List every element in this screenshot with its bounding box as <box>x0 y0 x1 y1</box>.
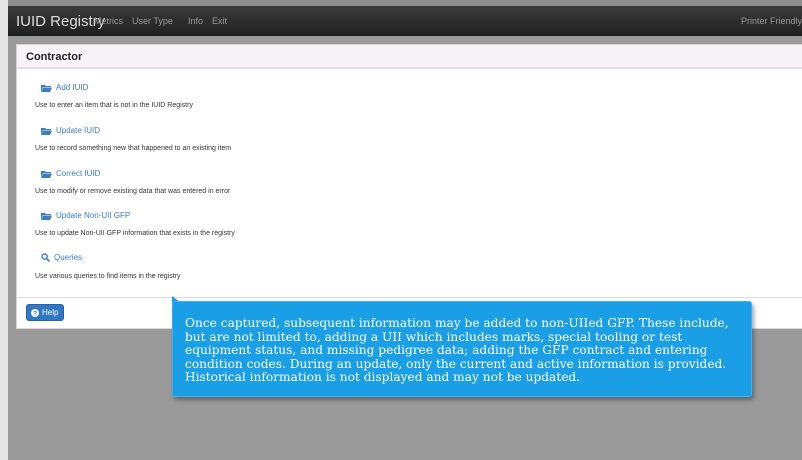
brand-title[interactable]: IUID Registry <box>16 13 105 30</box>
folder-open-icon <box>41 84 52 92</box>
folder-open-icon <box>41 127 52 135</box>
nav-item-info[interactable]: Info <box>188 16 203 26</box>
update-iuid-link[interactable]: Update IUID <box>41 126 100 135</box>
contractor-panel: Contractor Add IUID Use to enter an item… <box>16 44 802 329</box>
queries-label: Queries <box>54 253 83 262</box>
left-margin-strip <box>0 0 8 460</box>
add-iuid-description: Use to enter an item that is not in the … <box>35 102 193 109</box>
nav-item-user-type[interactable]: User Type <box>132 16 173 26</box>
update-non-uii-gfp-description: Use to update Non-UII GFP information th… <box>35 230 235 237</box>
panel-title: Contractor <box>26 51 83 63</box>
correct-iuid-description: Use to modify or remove existing data th… <box>35 188 231 195</box>
update-iuid-label: Update IUID <box>56 126 101 135</box>
update-non-uii-gfp-link[interactable]: Update Non-UII GFP <box>41 211 130 220</box>
question-circle-icon: ? <box>31 308 39 317</box>
add-iuid-link[interactable]: Add IUID <box>41 83 88 92</box>
printer-friendly-link[interactable]: Printer Friendly <box>741 16 802 26</box>
queries-link[interactable]: Queries <box>41 253 83 263</box>
update-non-uii-gfp-label: Update Non-UII GFP <box>56 211 131 220</box>
search-icon <box>41 253 50 263</box>
update-iuid-description: Use to record something new that happene… <box>35 145 232 152</box>
help-button-label: Help <box>42 308 59 317</box>
help-button[interactable]: ? Help <box>26 304 64 321</box>
panel-footer-divider <box>17 297 802 298</box>
info-callout: Once captured, subsequent information ma… <box>172 301 752 397</box>
nav-item-metrics[interactable]: Metrics <box>94 16 123 26</box>
callout-text: Once captured, subsequent information ma… <box>185 316 729 384</box>
svg-text:?: ? <box>33 310 37 317</box>
nav-item-exit[interactable]: Exit <box>212 16 227 26</box>
folder-open-icon <box>41 170 52 178</box>
navbar: IUID Registry Metrics User Type Info Exi… <box>8 6 802 36</box>
queries-description: Use various queries to find items in the… <box>35 273 181 280</box>
panel-heading: Contractor <box>17 45 802 69</box>
folder-open-icon <box>41 212 52 220</box>
correct-iuid-label: Correct IUID <box>56 169 101 178</box>
correct-iuid-link[interactable]: Correct IUID <box>41 169 100 178</box>
add-iuid-label: Add IUID <box>56 83 89 92</box>
